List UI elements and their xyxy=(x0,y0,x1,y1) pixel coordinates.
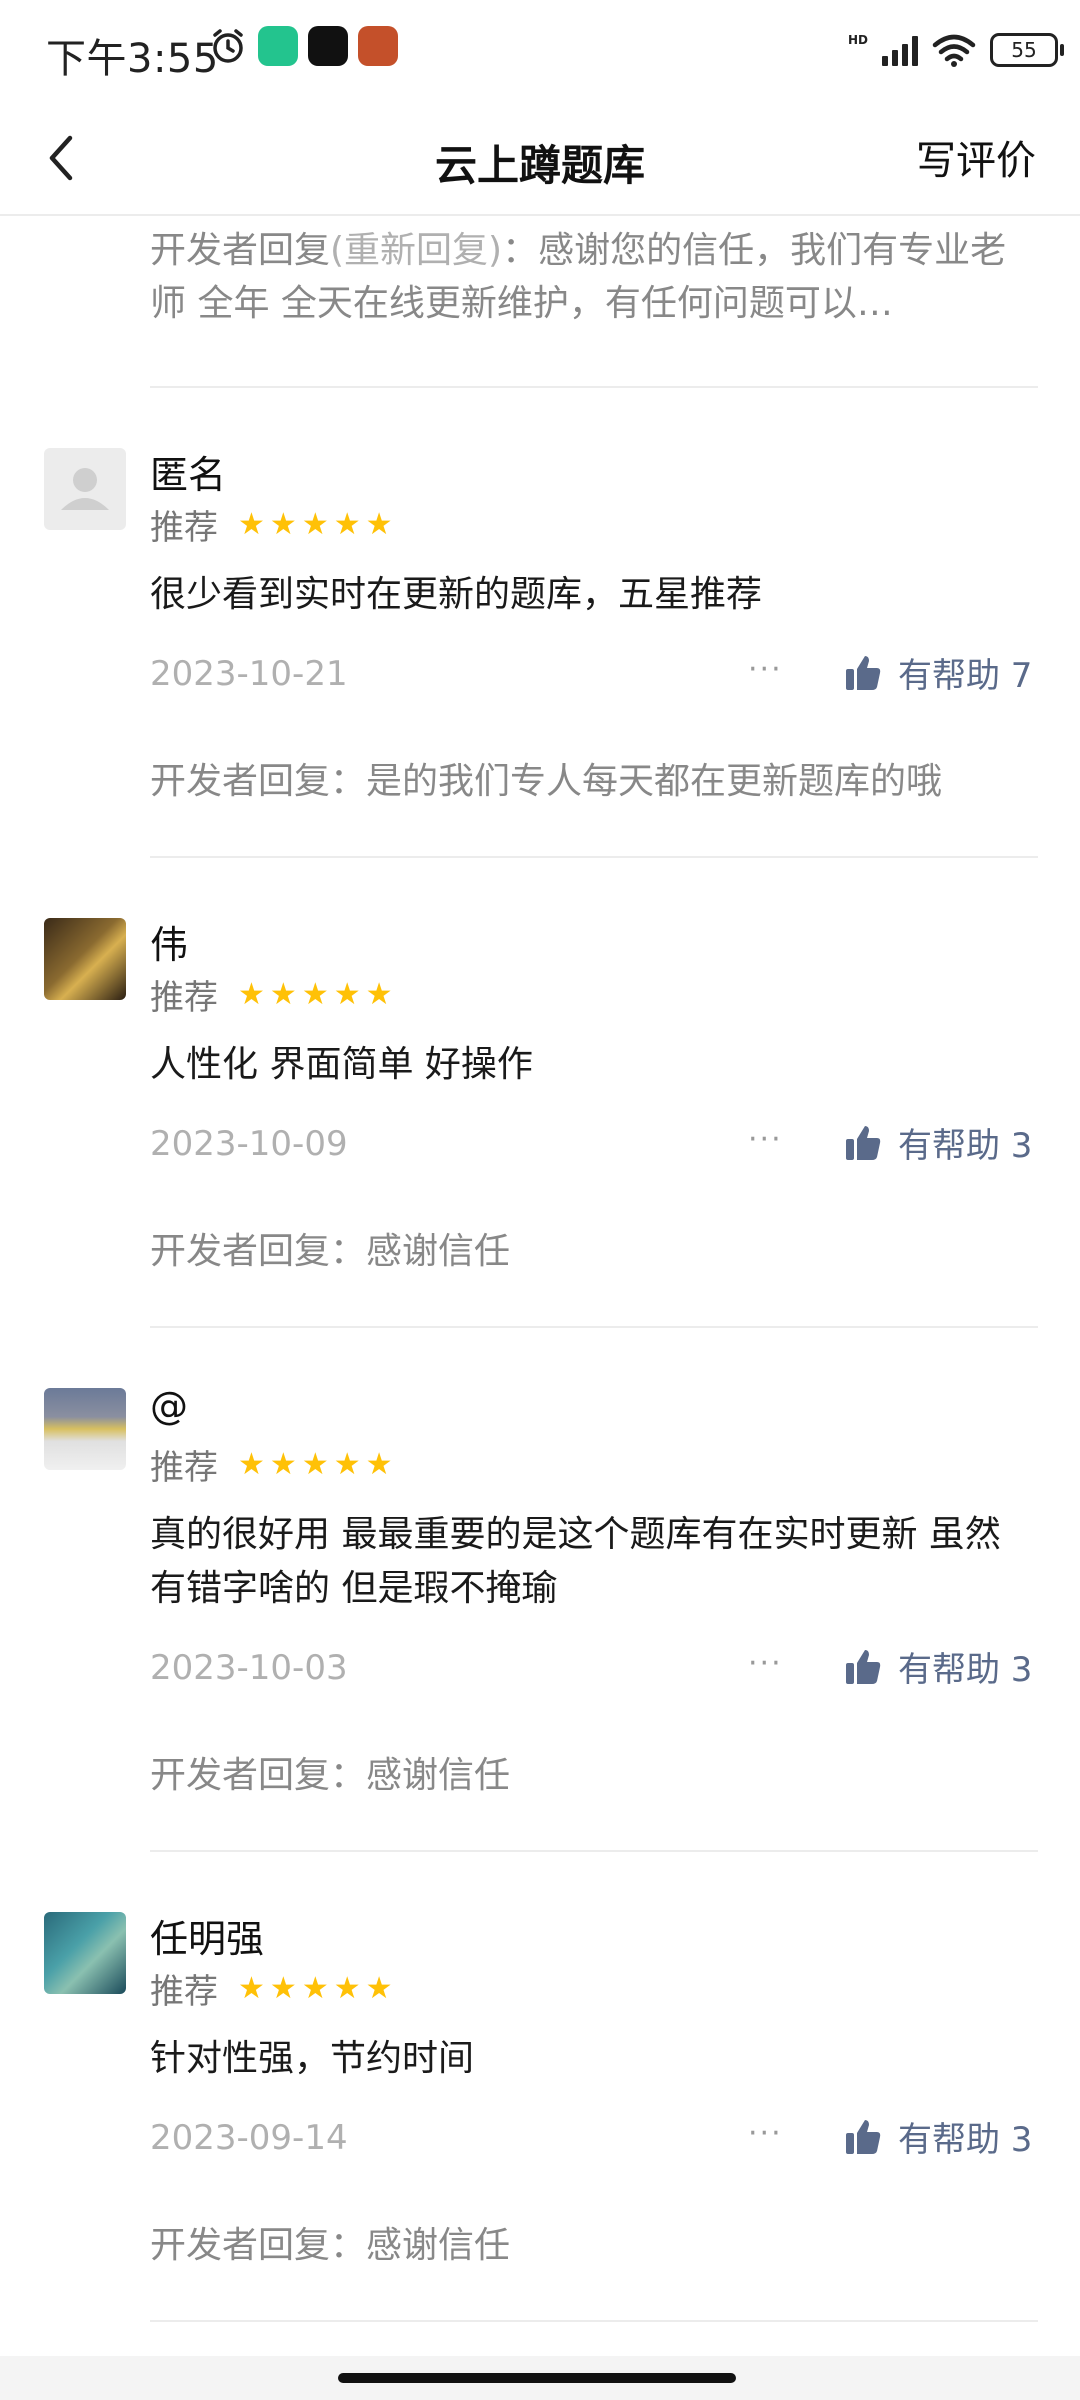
recommend-label: 推荐 xyxy=(150,1448,218,1488)
review-content: 很少看到实时在更新的题库，五星推荐 xyxy=(150,574,763,615)
recommend-label: 推荐 xyxy=(150,978,218,1018)
divider xyxy=(150,2320,1038,2322)
game-app-icon xyxy=(358,26,398,66)
helpful-count: 有帮助 3 xyxy=(898,2120,1033,2160)
star-rating: ★ ★ ★ ★ ★ xyxy=(238,1446,393,1482)
more-options-button[interactable]: ··· xyxy=(748,652,783,687)
reviewer-name: 任明强 xyxy=(150,1917,265,1961)
avatar[interactable] xyxy=(44,1912,126,1994)
review-date: 2023-10-21 xyxy=(150,654,348,694)
shield-app-icon xyxy=(258,26,298,66)
more-options-button[interactable]: ··· xyxy=(748,1122,783,1157)
developer-reply: 开发者回复：感谢信任 xyxy=(150,1755,511,1796)
divider xyxy=(150,1326,1038,1328)
divider xyxy=(150,1850,1038,1852)
review-content: 针对性强，节约时间 xyxy=(150,2038,475,2079)
review-date: 2023-10-09 xyxy=(150,1124,348,1164)
recommend-label: 推荐 xyxy=(150,1972,218,2012)
thumbs-up-icon xyxy=(846,1649,881,1684)
wifi-icon xyxy=(932,34,976,67)
review-content: 人性化 界面简单 好操作 xyxy=(150,1044,533,1085)
star-rating: ★ ★ ★ ★ ★ xyxy=(238,1970,393,2006)
review-content: 真的很好用 最最重要的是这个题库有在实时更新 虽然有错字啥的 但是瑕不掩瑜 xyxy=(150,1514,1001,1609)
write-review-button[interactable]: 写评价 xyxy=(916,128,1036,186)
hd-label: HD xyxy=(847,33,868,47)
status-right: HD 55 xyxy=(847,30,1064,70)
recommend-label: 推荐 xyxy=(150,508,218,548)
developer-reply: 开发者回复：感谢信任 xyxy=(150,1231,511,1272)
home-indicator[interactable] xyxy=(338,2373,736,2383)
developer-reply: 开发者回复：是的我们专人每天都在更新题库的哦 xyxy=(150,761,943,802)
reviewer-name: 伟 xyxy=(150,923,189,967)
alarm-icon xyxy=(213,29,243,63)
battery-indicator: 55 xyxy=(990,33,1064,67)
signal-icon xyxy=(882,34,918,66)
helpful-button[interactable]: 有帮助 7 xyxy=(844,648,1032,697)
rating-row: 推荐 ★ ★ ★ ★ ★ xyxy=(150,1440,393,1489)
divider xyxy=(150,856,1038,858)
status-time: 下午3:55 xyxy=(46,36,219,82)
review-date: 2023-10-03 xyxy=(150,1648,348,1688)
thumbs-up-icon xyxy=(846,1125,881,1160)
helpful-button[interactable]: 有帮助 3 xyxy=(844,2112,1032,2161)
reviewer-name: 匿名 xyxy=(150,453,227,497)
divider xyxy=(150,386,1038,388)
app-header: 云上蹲题库 写评价 xyxy=(0,100,1080,216)
thumbs-up-icon xyxy=(846,2119,881,2154)
reply-prefix: 开发者回复 xyxy=(150,230,331,271)
star-rating: ★ ★ ★ ★ ★ xyxy=(238,506,393,542)
reviewer-name: @ xyxy=(150,1384,188,1428)
more-options-button[interactable]: ··· xyxy=(748,1646,783,1681)
default-avatar-icon xyxy=(61,468,109,510)
helpful-count: 有帮助 3 xyxy=(898,1650,1033,1690)
rating-row: 推荐 ★ ★ ★ ★ ★ xyxy=(150,500,393,549)
avatar[interactable] xyxy=(44,918,126,1000)
tiktok-app-icon xyxy=(308,26,348,66)
star-rating: ★ ★ ★ ★ ★ xyxy=(238,976,393,1012)
status-bar: 下午3:55 HD 55 xyxy=(0,0,1080,100)
avatar[interactable] xyxy=(44,1388,126,1470)
helpful-button[interactable]: 有帮助 3 xyxy=(844,1642,1032,1691)
developer-reply: 开发者回复：感谢信任 xyxy=(150,2225,511,2266)
more-options-button[interactable]: ··· xyxy=(748,2116,783,2151)
helpful-count: 有帮助 3 xyxy=(898,1126,1033,1166)
review-date: 2023-09-14 xyxy=(150,2118,348,2158)
helpful-button[interactable]: 有帮助 3 xyxy=(844,1118,1032,1167)
helpful-count: 有帮助 7 xyxy=(898,656,1033,696)
thumbs-up-icon xyxy=(846,655,881,690)
rating-row: 推荐 ★ ★ ★ ★ ★ xyxy=(150,1964,393,2013)
reanswer-label: (重新回复) xyxy=(330,230,503,271)
rating-row: 推荐 ★ ★ ★ ★ ★ xyxy=(150,970,393,1019)
avatar[interactable] xyxy=(44,448,126,530)
developer-reply-truncated[interactable]: 开发者回复(重新回复)：感谢您的信任，我们有专业老师 全年 全天在线更新维护，有… xyxy=(150,224,1030,330)
